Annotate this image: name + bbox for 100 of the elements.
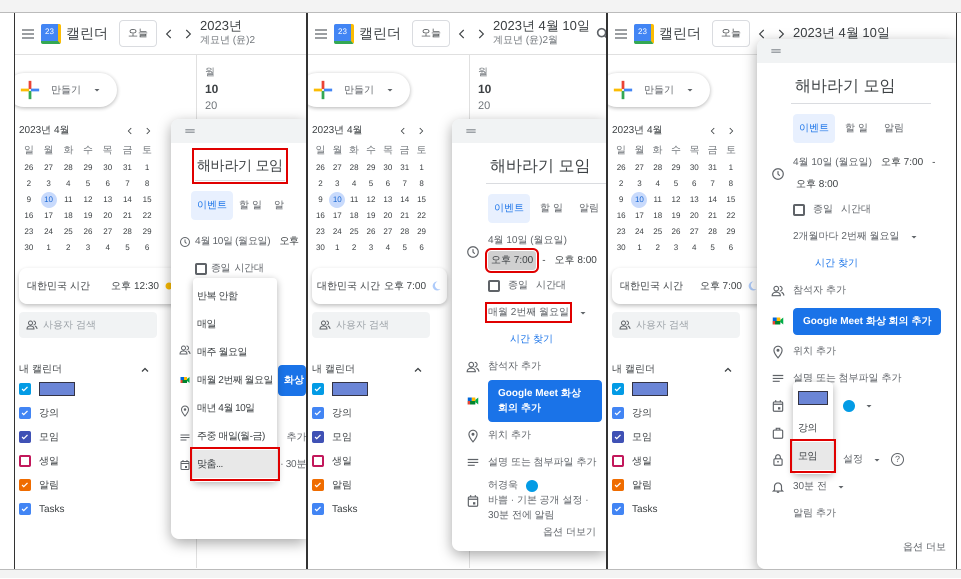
day-cell[interactable]: 2: [312, 176, 328, 192]
day-cell[interactable]: 2: [60, 240, 76, 256]
visibility-dropdown[interactable]: 설정: [843, 452, 863, 467]
color-dot[interactable]: [526, 480, 538, 492]
checkbox[interactable]: [19, 455, 31, 467]
day-cell[interactable]: 17: [329, 208, 346, 224]
day-cell[interactable]: 18: [60, 208, 76, 224]
tab[interactable]: 이벤트: [488, 194, 530, 223]
checkbox[interactable]: [612, 383, 624, 395]
event-date[interactable]: 4월 10일 (월요일): [793, 155, 872, 170]
add-description-field[interactable]: 추가: [286, 430, 306, 445]
timezone-link[interactable]: 시간대: [536, 278, 566, 293]
app-logo[interactable]: 23: [41, 24, 61, 44]
day-cell[interactable]: 3: [40, 176, 57, 192]
day-cell[interactable]: 19: [668, 208, 684, 224]
day-cell[interactable]: 3: [668, 240, 684, 256]
people-search-field[interactable]: 사용자 검색: [312, 312, 430, 338]
day-cell[interactable]: 4: [100, 240, 116, 256]
add-guests-field[interactable]: 참석자 추가: [793, 283, 846, 298]
end-time[interactable]: 오후 8:00: [552, 251, 600, 270]
day-cell[interactable]: 31: [119, 160, 136, 176]
create-button[interactable]: 만들기: [608, 73, 710, 107]
app-logo[interactable]: 23: [334, 24, 354, 44]
add-location-field[interactable]: 위치 추가: [793, 344, 836, 359]
day-cell[interactable]: 12: [80, 192, 96, 208]
day-cell[interactable]: 13: [100, 192, 116, 208]
day-cell[interactable]: 9: [312, 192, 328, 208]
day-cell[interactable]: 7: [119, 176, 136, 192]
checkbox[interactable]: [19, 503, 31, 515]
add-description-field[interactable]: 설명 또는 첨부파일 추가: [793, 371, 902, 386]
day-cell[interactable]: 5: [396, 240, 413, 256]
day-cell[interactable]: 23: [20, 224, 37, 240]
checkbox[interactable]: [612, 503, 624, 515]
meet-button[interactable]: 화상: [278, 364, 306, 396]
people-search-field[interactable]: 사용자 검색: [612, 312, 740, 338]
tab[interactable]: 알: [268, 191, 290, 220]
day-cell[interactable]: 3: [329, 176, 346, 192]
menu-item[interactable]: 매년 4월 10일: [193, 394, 278, 422]
day-cell[interactable]: 27: [631, 160, 648, 176]
day-cell[interactable]: 16: [20, 208, 37, 224]
day-cell[interactable]: 28: [704, 224, 721, 240]
day-cell[interactable]: 24: [631, 224, 648, 240]
day-cell[interactable]: 25: [650, 224, 666, 240]
day-cell[interactable]: 26: [668, 224, 684, 240]
day-cell[interactable]: 3: [631, 176, 648, 192]
day-cell[interactable]: 29: [80, 160, 96, 176]
day-cell[interactable]: 27: [329, 160, 346, 176]
day-cell[interactable]: 19: [362, 208, 379, 224]
day-cell[interactable]: 22: [722, 208, 739, 224]
day-cell[interactable]: 29: [139, 224, 156, 240]
day-cell[interactable]: 2: [613, 176, 630, 192]
more-options-button[interactable]: 옵션 더보기: [543, 525, 602, 554]
tab[interactable]: 할 일: [534, 194, 569, 223]
recurrence-dropdown[interactable]: 매월 2번째 월요일: [488, 305, 570, 320]
checkbox[interactable]: [312, 383, 324, 395]
day-cell[interactable]: 5: [80, 176, 96, 192]
day-cell[interactable]: 20: [380, 208, 396, 224]
day-cell[interactable]: 1: [329, 240, 346, 256]
day-cell[interactable]: 7: [704, 176, 721, 192]
day-cell[interactable]: 8: [722, 176, 739, 192]
tab[interactable]: 알림: [572, 194, 605, 223]
calendar-owner[interactable]: 허경욱: [488, 478, 518, 493]
meet-button[interactable]: Google Meet 화상 회의 추가: [488, 380, 602, 422]
tab[interactable]: 할 일: [839, 114, 874, 143]
more-options-button[interactable]: 옵션 더보: [903, 540, 952, 569]
menu-item[interactable]: 매월 2번째 월요일: [193, 366, 278, 394]
menu-item[interactable]: 매일: [193, 310, 278, 338]
day-cell[interactable]: 15: [722, 192, 739, 208]
title-field[interactable]: 해바라기 모임: [791, 71, 931, 104]
day-cell[interactable]: 27: [40, 160, 57, 176]
day-cell[interactable]: 28: [60, 160, 76, 176]
day-cell[interactable]: 1: [722, 160, 739, 176]
day-cell[interactable]: 5: [668, 176, 684, 192]
day-cell[interactable]: 31: [396, 160, 413, 176]
day-cell[interactable]: 9: [20, 192, 37, 208]
day-cell[interactable]: 30: [100, 160, 116, 176]
day-cell[interactable]: 25: [60, 224, 76, 240]
day-cell[interactable]: 6: [414, 240, 430, 256]
day-cell[interactable]: 31: [704, 160, 721, 176]
day-cell[interactable]: 4: [60, 176, 76, 192]
help-icon[interactable]: ?: [891, 453, 904, 466]
checkbox[interactable]: [312, 407, 324, 419]
day-cell[interactable]: 11: [346, 192, 362, 208]
checkbox[interactable]: [612, 455, 624, 467]
event-date[interactable]: 4월 10일 (월요일): [195, 234, 270, 249]
menu-item[interactable]: 강의: [793, 414, 833, 442]
day-cell[interactable]: 23: [613, 224, 630, 240]
timezone-link[interactable]: 시간대: [841, 202, 871, 217]
create-button[interactable]: 만들기: [15, 73, 117, 107]
checkbox[interactable]: [19, 479, 31, 491]
day-cell[interactable]: 1: [40, 240, 57, 256]
day-cell[interactable]: 4: [380, 240, 396, 256]
find-time-link[interactable]: 시간 찾기: [510, 332, 553, 347]
day-cell[interactable]: 8: [139, 176, 156, 192]
day-cell[interactable]: 10: [40, 192, 57, 208]
day-cell[interactable]: 16: [312, 208, 328, 224]
day-cell[interactable]: 1: [139, 160, 156, 176]
menu-item[interactable]: 맞춤...: [193, 450, 278, 478]
day-cell[interactable]: 25: [346, 224, 362, 240]
recurrence-dropdown[interactable]: 2개월마다 2번째 월요일: [793, 229, 900, 244]
